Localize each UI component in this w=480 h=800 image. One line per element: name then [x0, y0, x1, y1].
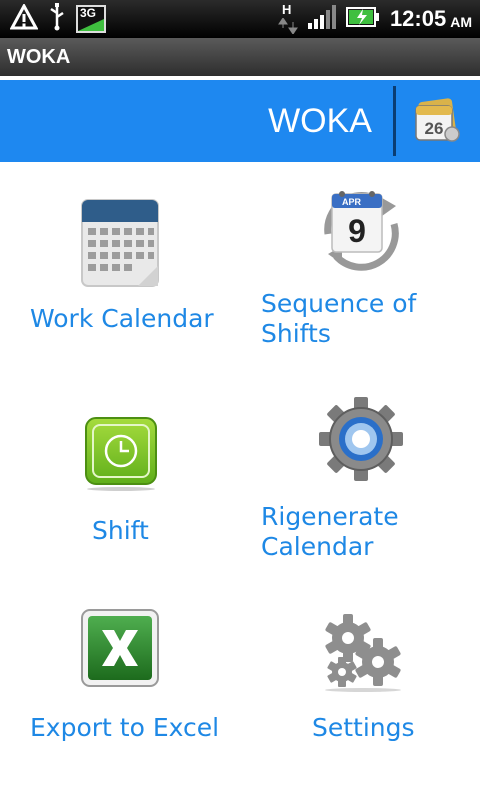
clock-icon [80, 414, 162, 498]
export-to-excel-button[interactable]: Export to Excel [0, 586, 240, 800]
work-calendar-label: Work Calendar [30, 304, 214, 333]
gear-icon [318, 396, 404, 488]
app-title-bar: WOKA [0, 38, 480, 76]
export-to-excel-label: Export to Excel [30, 713, 220, 742]
header-divider [393, 86, 396, 156]
app-title: WOKA [7, 46, 71, 68]
regenerate-calendar-button[interactable]: Rigenerate Calendar [240, 374, 480, 586]
settings-label: Settings [312, 713, 415, 742]
battery-charging-icon [345, 6, 380, 32]
excel-icon [80, 608, 160, 696]
data-arrows-icon: H [278, 2, 298, 34]
sequence-of-shifts-button[interactable]: APR 9 Sequence of Shifts [240, 162, 480, 374]
settings-button[interactable]: Settings [240, 586, 480, 800]
shift-button[interactable]: Shift [0, 374, 240, 586]
usb-icon [48, 3, 66, 35]
data-indicator-text: H [281, 2, 292, 17]
regenerate-calendar-label-line2: Calendar [261, 532, 374, 561]
clock-ampm: AM [450, 14, 472, 30]
svg-text:26: 26 [425, 119, 444, 138]
regenerate-calendar-label-line1: Rigenerate [261, 502, 399, 531]
sequence-of-shifts-label-line2: Shifts [261, 319, 331, 348]
rotating-calendar-icon: APR 9 [318, 184, 404, 280]
rotating-calendar-month: APR [342, 197, 362, 207]
clock-time: 12:05 [389, 6, 447, 31]
sequence-of-shifts-label-line1: Sequence of [261, 289, 417, 318]
status-bar: 3G H 12:05 AM [0, 0, 480, 38]
grid-calendar-icon [80, 198, 160, 294]
signal-icon [307, 5, 336, 33]
gears-icon [320, 612, 406, 698]
network-3g-icon: 3G [76, 5, 106, 33]
shift-label: Shift [92, 516, 149, 545]
header-title: WOKA [268, 102, 372, 140]
rotating-calendar-day: 9 [348, 213, 366, 249]
network-badge-text: 3G [80, 6, 97, 20]
calendar-26-icon[interactable]: 26 [412, 98, 460, 144]
header-bar: WOKA 26 [0, 80, 480, 162]
work-calendar-button[interactable]: Work Calendar [0, 162, 240, 374]
warning-icon [9, 2, 39, 34]
